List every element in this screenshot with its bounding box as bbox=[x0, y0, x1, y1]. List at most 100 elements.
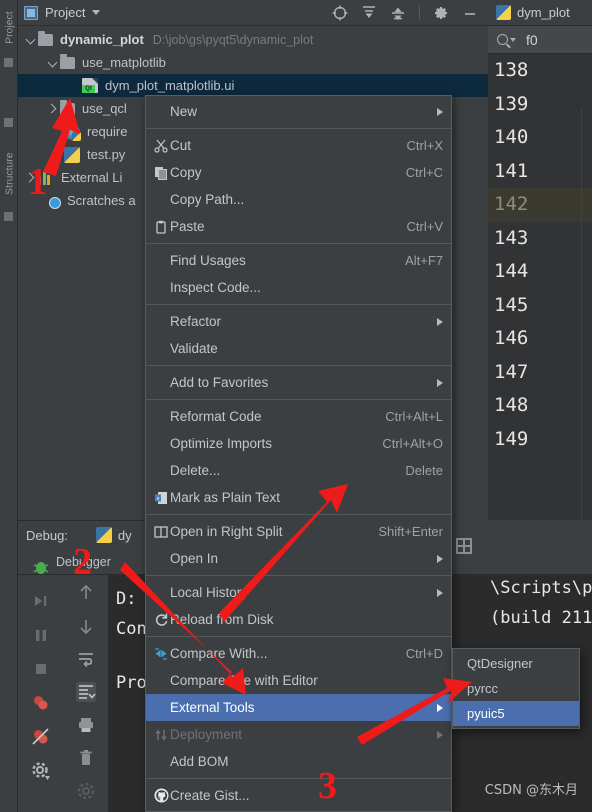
debug-config-name: dy bbox=[117, 527, 132, 543]
settings2-icon[interactable] bbox=[76, 781, 96, 801]
console-right-toolbar bbox=[440, 520, 592, 574]
menu-item-copy[interactable]: Copy Ctrl+C bbox=[146, 159, 451, 186]
menu-item-inspect-code[interactable]: Inspect Code... bbox=[146, 274, 451, 301]
console-line: \Scripts\py bbox=[490, 578, 592, 598]
tree-row-dym-plot-matplotlib-ui[interactable]: dym_plot_matplotlib.ui bbox=[18, 74, 488, 97]
menu-item-shortcut: Ctrl+Alt+O bbox=[382, 436, 443, 451]
submenu-item-pyuic5[interactable]: pyuic5 bbox=[453, 701, 579, 726]
chevron-down-icon[interactable] bbox=[46, 56, 60, 70]
submenu-item-qtdesigner[interactable]: QtDesigner bbox=[453, 651, 579, 676]
folder-icon bbox=[60, 99, 75, 115]
editor-tab-label[interactable]: dym_plot bbox=[517, 5, 570, 20]
search-input-value[interactable]: f0 bbox=[526, 32, 538, 48]
chevron-down-icon[interactable] bbox=[24, 33, 38, 47]
tree-label: dynamic_plot bbox=[60, 32, 144, 47]
clipboard-icon bbox=[152, 220, 170, 234]
menu-item-optimize-imports[interactable]: Optimize Imports Ctrl+Alt+O bbox=[146, 430, 451, 457]
compare-icon bbox=[152, 647, 170, 661]
project-panel-toolbar bbox=[332, 5, 482, 21]
scroll-to-end-icon[interactable] bbox=[76, 682, 96, 702]
github-icon bbox=[152, 788, 170, 803]
editor-search-field[interactable]: f0 bbox=[488, 26, 592, 54]
expand-all-icon[interactable] bbox=[361, 5, 377, 21]
menu-item-refactor[interactable]: Refactor bbox=[146, 308, 451, 335]
menu-item-cut[interactable]: Cut Ctrl+X bbox=[146, 132, 451, 159]
soft-wrap-icon[interactable] bbox=[76, 649, 96, 669]
step-down-icon[interactable] bbox=[76, 616, 96, 636]
chevron-down-icon[interactable] bbox=[92, 10, 101, 15]
chevron-right-icon bbox=[437, 588, 443, 597]
menu-item-label: Add to Favorites bbox=[170, 375, 269, 390]
tree-row-use-matplotlib[interactable]: use_matplotlib bbox=[18, 51, 488, 74]
menu-item-open-in[interactable]: Open In bbox=[146, 545, 451, 572]
chevron-right-icon bbox=[437, 107, 443, 116]
menu-item-label: Inspect Code... bbox=[170, 280, 261, 295]
menu-item-find-usages[interactable]: Find Usages Alt+F7 bbox=[146, 247, 451, 274]
resume-icon[interactable] bbox=[31, 591, 51, 611]
menu-separator bbox=[146, 399, 451, 400]
copy-icon bbox=[152, 166, 170, 180]
tree-row-dynamic-plot[interactable]: dynamic_plot D:\job\gs\pyqt5\dynamic_plo… bbox=[18, 28, 488, 51]
debug-bug-icon[interactable] bbox=[31, 557, 51, 577]
python-file-icon bbox=[496, 5, 511, 20]
vertical-tab-project[interactable]: Project bbox=[5, 0, 16, 58]
line-number: 146 bbox=[494, 327, 529, 349]
svg-text:x: x bbox=[157, 496, 160, 502]
pause-icon[interactable] bbox=[31, 625, 51, 645]
menu-item-reformat-code[interactable]: Reformat Code Ctrl+Alt+L bbox=[146, 403, 451, 430]
menu-item-label: Reformat Code bbox=[170, 409, 262, 424]
toolbar-divider bbox=[419, 5, 420, 20]
chevron-down-icon[interactable] bbox=[510, 37, 516, 42]
menu-item-mark-as-plain-text[interactable]: x Mark as Plain Text bbox=[146, 484, 451, 511]
menu-separator bbox=[146, 365, 451, 366]
menu-item-paste[interactable]: Paste Ctrl+V bbox=[146, 213, 451, 240]
mute-breakpoints-icon[interactable] bbox=[31, 727, 51, 747]
line-number-current: 142 bbox=[488, 188, 592, 222]
editor-gutter: 138 139 140 141 142 143 144 145 146 147 … bbox=[488, 54, 592, 520]
package-icon bbox=[64, 123, 81, 141]
collapse-all-icon[interactable] bbox=[390, 5, 406, 21]
minimize-icon[interactable] bbox=[462, 5, 478, 21]
view-breakpoints-icon[interactable] bbox=[31, 693, 51, 713]
menu-item-label: Add BOM bbox=[170, 754, 229, 769]
menu-item-validate[interactable]: Validate bbox=[146, 335, 451, 362]
chevron-right-icon[interactable] bbox=[46, 102, 60, 116]
deployment-icon bbox=[152, 728, 170, 742]
chevron-right-icon bbox=[437, 730, 443, 739]
menu-item-external-tools[interactable]: External Tools bbox=[146, 694, 451, 721]
tree-label: Scratches a bbox=[67, 193, 136, 208]
settings-icon[interactable] bbox=[31, 761, 51, 781]
menu-separator bbox=[146, 304, 451, 305]
menu-item-reload-from-disk[interactable]: Reload from Disk bbox=[146, 606, 451, 633]
menu-item-compare-file-with-editor[interactable]: Compare File with Editor bbox=[146, 667, 451, 694]
menu-item-shortcut: Shift+Enter bbox=[378, 524, 443, 539]
line-number: 145 bbox=[494, 293, 529, 316]
locate-target-icon[interactable] bbox=[332, 5, 348, 21]
submenu-item-pyrcc[interactable]: pyrcc bbox=[453, 676, 579, 701]
strip-marker-2 bbox=[4, 118, 13, 127]
vertical-tab-structure[interactable]: Structure bbox=[5, 144, 16, 204]
menu-item-add-bom[interactable]: Add BOM bbox=[146, 748, 451, 775]
menu-item-add-to-favorites[interactable]: Add to Favorites bbox=[146, 369, 451, 396]
menu-item-label: Local History bbox=[170, 585, 249, 600]
chevron-right-icon bbox=[437, 378, 443, 387]
trash-icon[interactable] bbox=[76, 748, 96, 768]
menu-item-new[interactable]: New bbox=[146, 98, 451, 125]
menu-item-create-gist[interactable]: Create Gist... bbox=[146, 782, 451, 809]
stop-icon[interactable] bbox=[31, 659, 51, 679]
menu-item-delete[interactable]: Delete... Delete bbox=[146, 457, 451, 484]
external-tools-submenu: QtDesigner pyrcc pyuic5 bbox=[452, 648, 580, 729]
menu-item-label: Compare With... bbox=[170, 646, 268, 661]
menu-item-open-in-right-split[interactable]: Open in Right Split Shift+Enter bbox=[146, 518, 451, 545]
menu-separator bbox=[146, 514, 451, 515]
grid-icon[interactable] bbox=[456, 538, 472, 554]
menu-item-compare-with[interactable]: Compare With... Ctrl+D bbox=[146, 640, 451, 667]
menu-item-local-history[interactable]: Local History bbox=[146, 579, 451, 606]
search-icon bbox=[497, 34, 508, 45]
menu-separator bbox=[146, 243, 451, 244]
step-up-icon[interactable] bbox=[76, 583, 96, 603]
menu-item-copy-path[interactable]: Copy Path... bbox=[146, 186, 451, 213]
menu-item-label: Open in Right Split bbox=[170, 524, 283, 539]
print-icon[interactable] bbox=[76, 715, 96, 735]
gear-icon[interactable] bbox=[433, 5, 449, 21]
